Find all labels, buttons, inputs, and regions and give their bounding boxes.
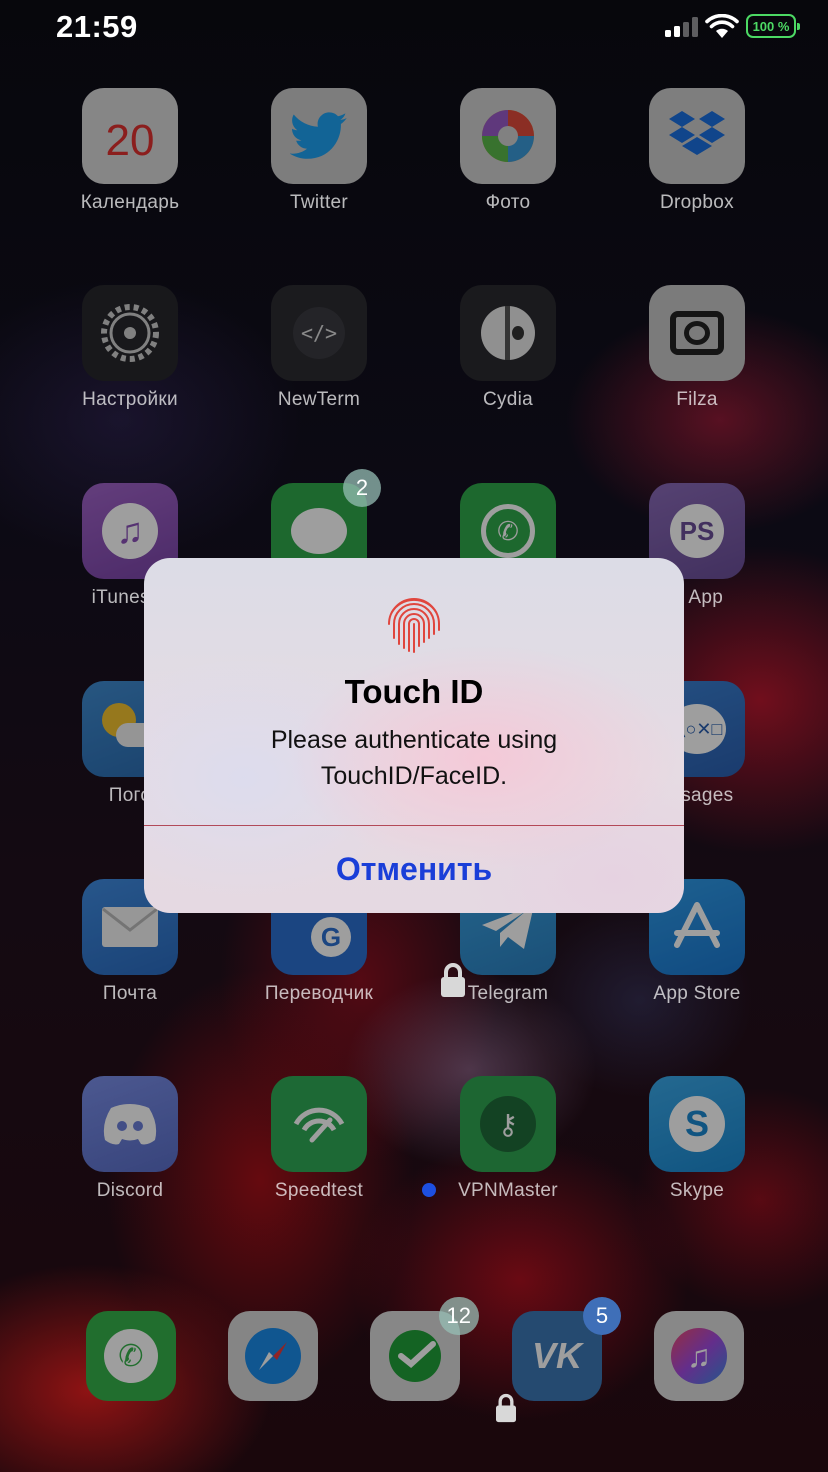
- app-cydia[interactable]: Cydia: [438, 285, 578, 411]
- safari-icon: [228, 1311, 318, 1401]
- discord-icon: [82, 1076, 178, 1172]
- settings-icon: [82, 285, 178, 381]
- notification-badge: 5: [583, 1297, 621, 1335]
- app-label: Speedtest: [274, 1180, 364, 1201]
- alert-title: Touch ID: [344, 673, 484, 710]
- battery-level: 100 %: [752, 18, 790, 34]
- app-dropbox[interactable]: Dropbox: [627, 88, 767, 214]
- app-discord[interactable]: Discord: [60, 1076, 200, 1202]
- dock-sberbank[interactable]: 12: [345, 1297, 485, 1401]
- notification-badge: 12: [438, 1297, 479, 1335]
- app-label: Dropbox: [660, 192, 734, 213]
- music-icon: ♫: [654, 1311, 744, 1401]
- app-filza[interactable]: Filza: [627, 285, 767, 411]
- dock-music[interactable]: ♫: [629, 1311, 769, 1401]
- app-label: Discord: [96, 1180, 164, 1201]
- app-photos[interactable]: Фото: [438, 88, 578, 214]
- new-app-dot: [422, 1183, 436, 1197]
- alert-message: Please authenticate using TouchID/FaceID…: [270, 726, 558, 790]
- touch-id-alert: Touch ID Please authenticate using Touch…: [144, 558, 684, 913]
- app-label: Skype: [669, 1180, 725, 1201]
- app-label: Cydia: [482, 389, 534, 410]
- cydia-icon: [460, 285, 556, 381]
- app-label: Переводчик: [264, 983, 374, 1004]
- speedtest-icon: [271, 1076, 367, 1172]
- app-settings[interactable]: Настройки: [60, 285, 200, 411]
- fingerprint-icon: [388, 598, 440, 653]
- notification-badge: 2: [343, 469, 381, 507]
- app-vpnmaster[interactable]: ⚷ VPNMaster: [438, 1076, 578, 1202]
- terminal-icon: </>: [271, 285, 367, 381]
- app-label: Календарь: [80, 192, 180, 213]
- lock-icon: [441, 963, 465, 997]
- filza-icon: [649, 285, 745, 381]
- app-label: Фото: [485, 192, 531, 213]
- calendar-icon: 20: [82, 88, 178, 184]
- app-label: Twitter: [289, 192, 349, 213]
- alert-body: Touch ID Please authenticate using Touch…: [144, 558, 684, 825]
- twitter-icon: [271, 88, 367, 184]
- app-skype[interactable]: S Skype: [627, 1076, 767, 1202]
- app-calendar[interactable]: 20 Календарь: [60, 88, 200, 214]
- app-speedtest[interactable]: Speedtest: [249, 1076, 389, 1202]
- app-label: Настройки: [82, 389, 178, 410]
- wifi-icon: [705, 14, 739, 38]
- dock-safari[interactable]: [203, 1311, 343, 1401]
- skype-icon: S: [649, 1076, 745, 1172]
- battery-icon: 100 %: [746, 14, 800, 38]
- app-label: VPNMaster: [458, 1180, 558, 1201]
- cancel-button[interactable]: Отменить: [144, 826, 684, 913]
- app-label: NewTerm: [277, 389, 361, 410]
- app-twitter[interactable]: Twitter: [249, 88, 389, 214]
- dock-phone[interactable]: ✆: [61, 1311, 201, 1401]
- dropbox-icon: [649, 88, 745, 184]
- app-newterm[interactable]: </> NewTerm: [249, 285, 389, 411]
- status-time: 21:59: [56, 9, 138, 44]
- app-label: App Store: [653, 983, 741, 1004]
- lock-icon: [496, 1393, 516, 1423]
- phone-icon: ✆: [86, 1311, 176, 1401]
- app-label: Почта: [102, 983, 158, 1004]
- photos-icon: [460, 88, 556, 184]
- vpn-key-icon: ⚷: [460, 1076, 556, 1172]
- dock-vk[interactable]: VK 5: [487, 1297, 627, 1401]
- calendar-date: 20: [105, 116, 155, 165]
- status-bar: 21:59 100 %: [0, 0, 828, 56]
- app-label: Filza: [676, 389, 718, 410]
- cellular-signal-icon: [665, 17, 698, 37]
